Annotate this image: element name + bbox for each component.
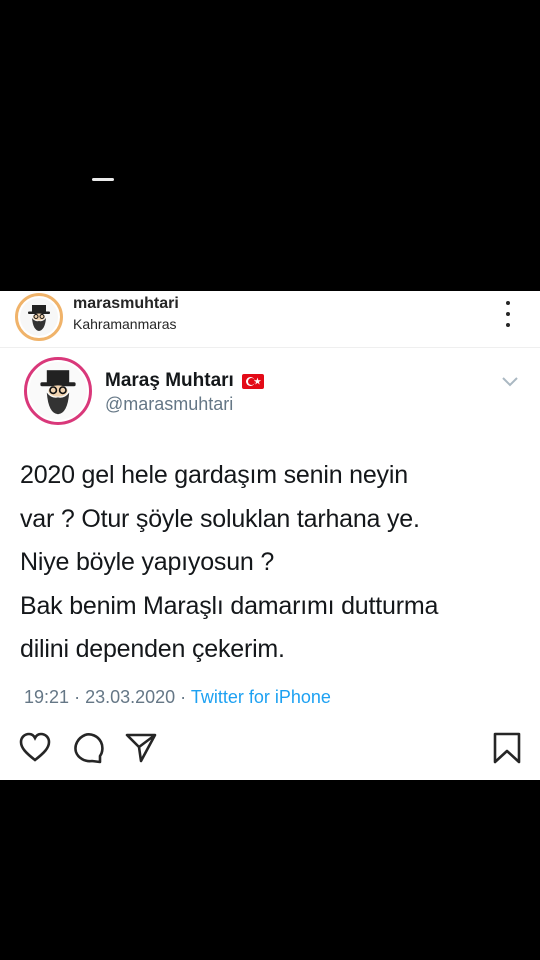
- post-actions: [0, 731, 540, 771]
- display-name-text: Maraş Muhtarı: [105, 370, 234, 391]
- bearded-man-icon: [40, 370, 76, 415]
- tweet-display-name: Maraş Muhtarı ★: [105, 370, 264, 392]
- tweet-meta: 19:21 · 23.03.2020 · Twitter for iPhone: [24, 687, 331, 707]
- comment-icon[interactable]: [72, 731, 106, 765]
- tweet-date: 23.03.2020: [85, 687, 176, 707]
- chevron-down-icon: [502, 377, 518, 387]
- tweet-avatar: [24, 357, 92, 425]
- post-header: marasmuhtari Kahramanmaras: [0, 291, 540, 348]
- tweet-time: 19:21: [24, 687, 70, 707]
- glitch-mark: [92, 178, 114, 181]
- tweet-source: Twitter for iPhone: [190, 687, 331, 707]
- instagram-post: marasmuhtari Kahramanmaras Maraş Muhtarı…: [0, 291, 540, 780]
- more-options-icon[interactable]: [498, 301, 518, 327]
- letterbox-top: [0, 0, 540, 291]
- share-icon[interactable]: [124, 731, 158, 765]
- heart-icon[interactable]: [18, 731, 52, 765]
- turkey-flag-icon: ★: [241, 373, 264, 389]
- tweet-handle: @marasmuhtari: [105, 394, 234, 414]
- tweet-text: 2020 gel hele gardaşım senin neyin var ?…: [20, 461, 439, 663]
- profile-avatar[interactable]: [15, 293, 63, 341]
- bookmark-icon[interactable]: [490, 731, 524, 765]
- bearded-man-icon: [28, 305, 50, 331]
- post-location[interactable]: Kahramanmaras: [73, 316, 177, 332]
- post-username[interactable]: marasmuhtari: [73, 295, 179, 313]
